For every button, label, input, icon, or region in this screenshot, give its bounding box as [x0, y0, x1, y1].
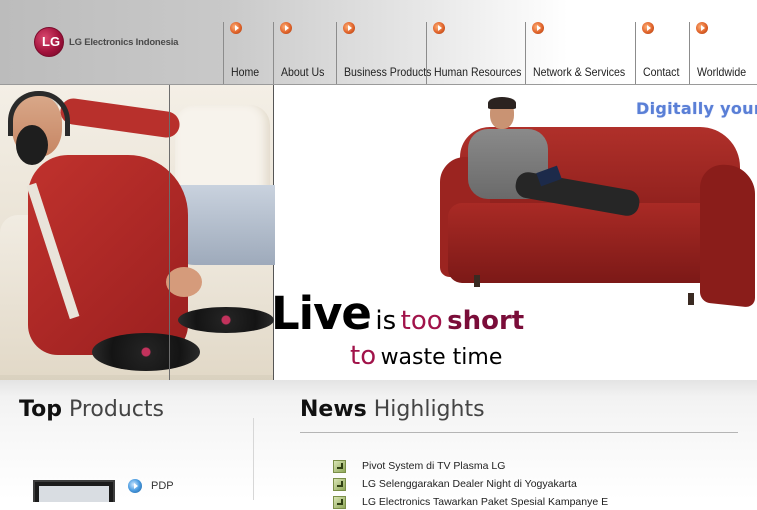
- slogan-too: too: [400, 306, 443, 336]
- arrow-bullet-icon: [433, 22, 445, 34]
- product-link-pdp[interactable]: PDP: [151, 480, 174, 492]
- arrow-bullet-icon: [642, 22, 654, 34]
- slogan-live: Live: [271, 287, 372, 340]
- play-arrow-icon[interactable]: [128, 479, 142, 493]
- sofa-arm-shape: [700, 162, 755, 308]
- lg-logo-mark: LG: [42, 34, 61, 49]
- lg-logo-icon: LG: [34, 27, 64, 57]
- news-divider: [300, 432, 738, 433]
- arrow-bullet-icon: [230, 22, 242, 34]
- man-hair-shape: [488, 97, 516, 109]
- banner-slogan-line1: Live is too short: [271, 287, 524, 340]
- news-item[interactable]: Pivot System di TV Plasma LG: [333, 458, 505, 474]
- sofa-leg-shape: [688, 293, 694, 305]
- hero-banner: Digitally your Live is too short to wast…: [0, 84, 757, 381]
- nav-label: Business Products: [344, 65, 432, 79]
- nav-label: Home: [231, 65, 260, 79]
- news-heading: News Highlights: [300, 397, 485, 422]
- news-item-text: LG Electronics Tawarkan Paket Spesial Ka…: [362, 496, 609, 508]
- nav-contact[interactable]: Contact: [635, 22, 690, 84]
- arrow-bullet-icon: [532, 22, 544, 34]
- vinyl-record-icon: [92, 333, 200, 371]
- arrow-link-icon: [333, 459, 346, 473]
- news-heading-bold: News: [300, 397, 367, 422]
- nav-label: Human Resources: [434, 65, 522, 79]
- tv-product-image[interactable]: [33, 480, 115, 502]
- headphones-icon: [16, 125, 48, 165]
- arrow-bullet-icon: [280, 22, 292, 34]
- top-products-heading-bold: Top: [19, 397, 62, 422]
- nav-worldwide[interactable]: Worldwide: [689, 22, 756, 84]
- logo-text: LG Electronics Indonesia: [69, 36, 179, 48]
- vinyl-record-icon: [178, 307, 274, 333]
- news-item[interactable]: LG Selenggarakan Dealer Night di Yogyaka…: [333, 476, 577, 492]
- nav-label: About Us: [281, 65, 325, 79]
- nav-label: Network & Services: [533, 65, 626, 79]
- nav-business-products[interactable]: Business Products: [336, 22, 431, 84]
- column-divider: [253, 418, 254, 500]
- nav-label: Worldwide: [697, 65, 747, 79]
- slogan-short: short: [447, 306, 525, 336]
- nav-about-us[interactable]: About Us: [273, 22, 337, 84]
- lg-logo[interactable]: LG LG Electronics Indonesia: [34, 27, 178, 57]
- news-item[interactable]: LG Electronics Tawarkan Paket Spesial Ka…: [333, 494, 608, 510]
- slogan-to: to: [350, 341, 377, 371]
- nav-human-resources[interactable]: Human Resources: [426, 22, 526, 84]
- slogan-rest: waste time: [380, 345, 503, 370]
- nav-network-services[interactable]: Network & Services: [525, 22, 636, 84]
- photo-divider: [169, 85, 170, 381]
- nav-home[interactable]: Home: [223, 22, 274, 84]
- hand-shape: [166, 267, 202, 297]
- news-item-text: LG Selenggarakan Dealer Night di Yogyaka…: [362, 478, 577, 490]
- site-header: LG LG Electronics Indonesia Home About U…: [0, 0, 757, 84]
- arm-shape: [58, 96, 182, 140]
- banner-photo-relaxing-man: [0, 85, 275, 381]
- arrow-bullet-icon: [343, 22, 355, 34]
- news-heading-light: Highlights: [373, 397, 485, 422]
- slogan-is: is: [375, 306, 397, 336]
- arrow-link-icon: [333, 477, 346, 491]
- top-products-heading: Top Products: [19, 397, 164, 422]
- nav-label: Contact: [643, 65, 680, 79]
- news-item-text: Pivot System di TV Plasma LG: [362, 460, 506, 472]
- sofa-leg-shape: [474, 275, 480, 287]
- arrow-bullet-icon: [696, 22, 708, 34]
- banner-slogan-line2: to waste time: [350, 341, 502, 371]
- top-products-heading-light: Products: [68, 397, 164, 422]
- arrow-link-icon: [333, 495, 346, 509]
- banner-tagline: Digitally your: [636, 99, 757, 118]
